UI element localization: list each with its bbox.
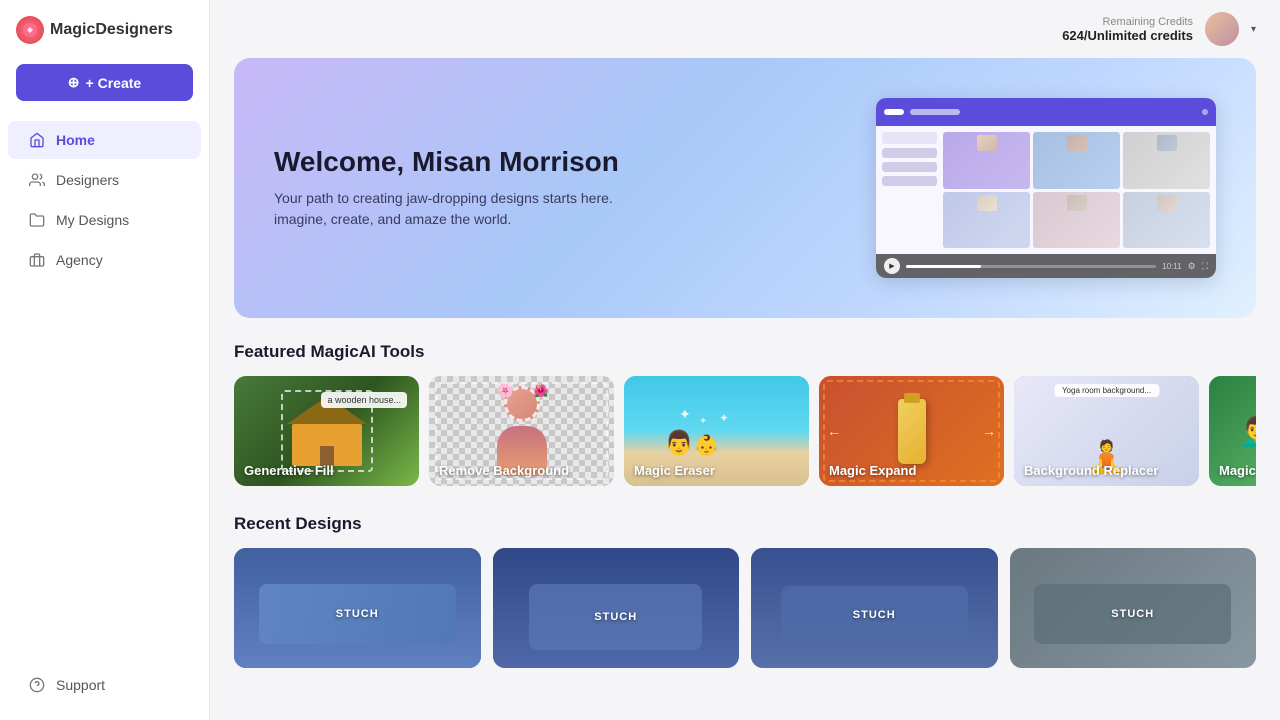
design-content-4: STUCH [1010,548,1257,668]
video-top-bar-btn [910,109,960,115]
tool-card-magic-eraser[interactable]: 👨 👶 ✦ ✦ ✦ Magic Eraser [624,376,809,486]
hero-video: ▶ 10:11 ⚙ ⛶ [876,98,1216,278]
progress-bar [906,265,1156,268]
hero-subtitle-2: imagine, create, and amaze the world. [274,209,876,230]
tool-card-generative-fill[interactable]: a wooden house... Generative Fill [234,376,419,486]
design-content-2: STUCH [493,548,740,668]
create-plus-icon: ⊕ [68,74,80,91]
recent-designs-heading: Recent Designs [234,514,1256,534]
tool-label-magic-expand: Magic Expand [829,463,916,478]
design-1-label: STUCH [336,608,379,620]
sidebar: MagicDesigners ⊕ + Create Home Designers [0,0,210,720]
tool-label-generative-fill: Generative Fill [244,463,334,478]
video-sidebar [882,132,937,248]
design-card-2[interactable]: STUCH [493,548,740,668]
design-content-3: STUCH [751,548,998,668]
design-3-label: STUCH [853,609,896,621]
folder-icon [28,211,46,229]
users-icon [28,171,46,189]
video-fullscreen-icon[interactable]: ⛶ [1202,261,1208,272]
video-settings-icon[interactable]: ⚙ [1188,261,1196,272]
logo-text: MagicDesigners [50,21,173,39]
help-circle-icon [28,676,46,694]
design-card-4[interactable]: STUCH [1010,548,1257,668]
create-label: + Create [86,75,142,91]
design-card-1[interactable]: STUCH [234,548,481,668]
tool-label-remove-background: Remove Background [439,463,569,478]
topbar: Remaining Credits 624/Unlimited credits … [210,0,1280,58]
sidebar-item-my-designs-label: My Designs [56,212,129,228]
sidebar-item-my-designs[interactable]: My Designs [8,201,201,239]
sidebar-item-designers[interactable]: Designers [8,161,201,199]
tool-label-background-replacer: Background Replacer [1024,463,1158,478]
design-content-1: STUCH [234,548,481,668]
video-inner: ▶ 10:11 ⚙ ⛶ [876,98,1216,278]
generative-tooltip: a wooden house... [321,392,407,408]
video-top-bar-icons [1202,109,1208,115]
credits-value: 624/Unlimited credits [1062,28,1193,43]
sidebar-item-support[interactable]: Support [8,666,201,704]
tool-label-magic-upscaler: Magic Upscaler [1219,463,1256,478]
design-card-3[interactable]: STUCH [751,548,998,668]
progress-fill [906,265,981,268]
sidebar-item-designers-label: Designers [56,172,119,188]
design-2-label: STUCH [594,611,637,623]
tool-label-magic-eraser: Magic Eraser [634,463,715,478]
tool-card-background-replacer[interactable]: Yoga room background... 🧘 Background Rep… [1014,376,1199,486]
featured-tools-heading: Featured MagicAI Tools [234,342,1256,362]
design-4-label: STUCH [1111,608,1154,620]
sidebar-item-agency-label: Agency [56,252,103,268]
video-body [876,126,1216,254]
sidebar-item-agency[interactable]: Agency [8,241,201,279]
hero-text: Welcome, Misan Morrison Your path to cre… [274,146,876,230]
tool-card-remove-background[interactable]: 🌸 🌺 Remove Background [429,376,614,486]
video-top-bar-logo [884,109,904,115]
home-icon [28,131,46,149]
briefcase-icon [28,251,46,269]
video-controls: ▶ 10:11 ⚙ ⛶ [876,254,1216,278]
tool-card-magic-expand[interactable]: ← → Magic Expand [819,376,1004,486]
main-content: Remaining Credits 624/Unlimited credits … [210,0,1280,720]
credits-area: Remaining Credits 624/Unlimited credits [1062,16,1193,43]
hero-subtitle-1: Your path to creating jaw-dropping desig… [274,188,876,209]
tool-card-magic-upscaler[interactable]: 👨‍🦱 🐕 ✦ ✦ ✦ Magic Upscaler [1209,376,1256,486]
create-button[interactable]: ⊕ + Create [16,64,193,101]
designs-grid: STUCH STUCH STUCH [234,548,1256,692]
sidebar-item-home[interactable]: Home [8,121,201,159]
avatar-chevron-icon[interactable]: ▾ [1251,24,1256,35]
video-grid [943,132,1210,248]
video-time: 10:11 [1162,262,1181,271]
hero-banner: Welcome, Misan Morrison Your path to cre… [234,58,1256,318]
video-top-bar [876,98,1216,126]
play-button[interactable]: ▶ [884,258,900,274]
tools-grid: a wooden house... Generative Fill 🌸 🌺 Re… [234,376,1256,486]
credits-label: Remaining Credits [1062,16,1193,28]
hero-title: Welcome, Misan Morrison [274,146,876,178]
logo-area: MagicDesigners [0,16,209,64]
user-avatar[interactable] [1205,12,1239,46]
support-label: Support [56,677,105,693]
logo-icon [16,16,44,44]
sidebar-item-home-label: Home [56,132,95,148]
background-replacer-tooltip: Yoga room background... [1054,384,1159,397]
